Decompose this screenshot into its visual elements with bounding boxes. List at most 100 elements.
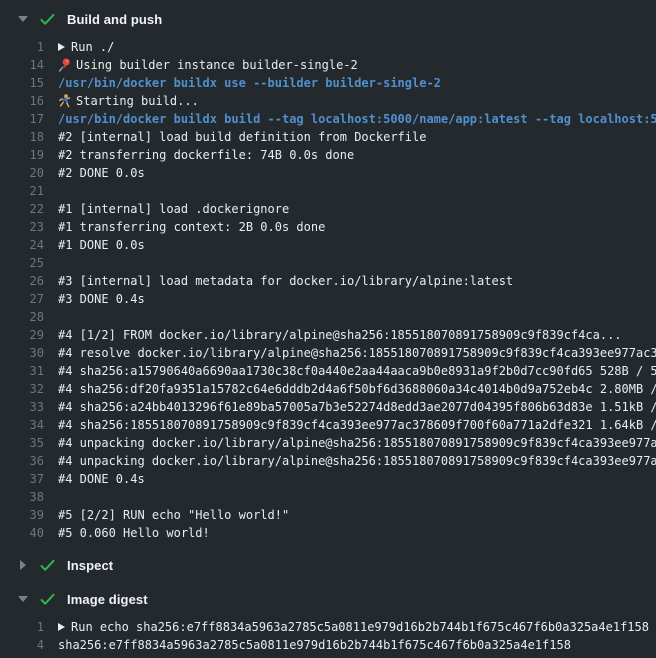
log-line-body: #5 0.060 Hello world! (58, 526, 656, 540)
line-number[interactable]: 28 (0, 310, 44, 324)
section-header-build-and-push[interactable]: Build and push (0, 8, 656, 30)
log-text: #4 sha256:df20fa9351a15782c64e6dddb2d4a6… (58, 382, 656, 396)
log-line-body: #4 sha256:a24bb4013296f61e89ba57005a7b3e… (58, 400, 656, 414)
log-section-inspect: Inspect (0, 554, 656, 576)
line-number[interactable]: 22 (0, 202, 44, 216)
log-line-body: #4 DONE 0.4s (58, 472, 656, 486)
section-header-inspect[interactable]: Inspect (0, 554, 656, 576)
log-text: #1 [internal] load .dockerignore (58, 202, 289, 216)
log-line: 32 #4 sha256:df20fa9351a15782c64e6dddb2d4… (0, 380, 656, 398)
expand-toggle-icon[interactable] (58, 43, 65, 51)
log-line: 31 #4 sha256:a15790640a6690aa1730c38cf0a4… (0, 362, 656, 380)
line-number[interactable]: 20 (0, 166, 44, 180)
log-viewer: Build and push1Run ./14Using builder ins… (0, 0, 656, 654)
log-line: 14 Using builder instance builder-single-… (0, 56, 656, 74)
line-number[interactable]: 16 (0, 94, 44, 108)
log-line: 39 #5 [2/2] RUN echo "Hello world!" (0, 506, 656, 524)
log-line: 23 #1 transferring context: 2B 0.0s done (0, 218, 656, 236)
check-icon (40, 559, 55, 572)
log-line: 29 #4 [1/2] FROM docker.io/library/alpine… (0, 326, 656, 344)
line-number[interactable]: 21 (0, 184, 44, 198)
command-line-text: /usr/bin/docker buildx use --builder bui… (58, 76, 656, 90)
line-number[interactable]: 33 (0, 400, 44, 414)
log-line: 20#2 DONE 0.0s (0, 164, 656, 182)
line-number[interactable]: 38 (0, 490, 44, 504)
log-line: 22 #1 [internal] load .dockerignore (0, 200, 656, 218)
log-line-body: #3 [internal] load metadata for docker.i… (58, 274, 656, 288)
line-number[interactable]: 18 (0, 130, 44, 144)
log-text: #2 [internal] load build definition from… (58, 130, 426, 144)
log-line: 21 (0, 182, 656, 200)
check-icon (40, 593, 55, 606)
log-line-body: Run ./ (58, 40, 656, 54)
log-text: #4 sha256:185518070891758909c9f839cf4ca3… (58, 418, 656, 432)
log-line: 18 #2 [internal] load build definition fr… (0, 128, 656, 146)
line-number[interactable]: 26 (0, 274, 44, 288)
line-number[interactable]: 32 (0, 382, 44, 396)
runner-icon (58, 94, 71, 108)
line-number[interactable]: 34 (0, 418, 44, 432)
log-line: 17/usr/bin/docker buildx build --tag loc… (0, 110, 656, 128)
line-number[interactable]: 27 (0, 292, 44, 306)
expand-toggle-icon[interactable] (58, 623, 65, 631)
line-number[interactable]: 35 (0, 436, 44, 450)
line-number[interactable]: 1 (0, 620, 44, 634)
chevron-right-icon (18, 560, 28, 570)
log-text: #3 DONE 0.4s (58, 292, 145, 306)
section-content-build-and-push: 1 Run ./ 14 Using builder instance builder-… (0, 38, 656, 542)
log-text: Starting build... (76, 94, 199, 108)
line-number[interactable]: 23 (0, 220, 44, 234)
section-content-image-digest: 1Run echo sha256:e7ff8834a5963a2785c5a08… (0, 618, 656, 654)
line-number[interactable]: 31 (0, 364, 44, 378)
line-number[interactable]: 19 (0, 148, 44, 162)
line-number[interactable]: 39 (0, 508, 44, 522)
chevron-down-icon (18, 16, 28, 22)
log-line-body: #4 unpacking docker.io/library/alpine@sh… (58, 454, 656, 468)
line-number[interactable]: 25 (0, 256, 44, 270)
log-line: 34 #4 sha256:185518070891758909c9f839cf4c… (0, 416, 656, 434)
log-line-body: #5 [2/2] RUN echo "Hello world!" (58, 508, 656, 522)
section-header-image-digest[interactable]: Image digest (0, 588, 656, 610)
log-text: #4 sha256:a24bb4013296f61e89ba57005a7b3e… (58, 400, 656, 414)
line-number[interactable]: 4 (0, 638, 44, 652)
log-text: sha256:e7ff8834a5963a2785c5a0811e979d16b… (58, 638, 571, 652)
log-line-body: Starting build... (58, 94, 656, 108)
log-line: 40 #5 0.060 Hello world! (0, 524, 656, 542)
log-text: #5 [2/2] RUN echo "Hello world!" (58, 508, 289, 522)
log-line: 4 sha256:e7ff8834a5963a2785c5a0811e979d16… (0, 636, 656, 654)
line-number[interactable]: 37 (0, 472, 44, 486)
log-line-body: #2 transferring dockerfile: 74B 0.0s don… (58, 148, 656, 162)
log-line-body: #1 DONE 0.0s (58, 238, 656, 252)
log-line-body: #2 [internal] load build definition from… (58, 130, 656, 144)
line-number[interactable]: 1 (0, 40, 44, 54)
log-text: #4 sha256:a15790640a6690aa1730c38cf0a440… (58, 364, 656, 378)
log-line: 37 #4 DONE 0.4s (0, 470, 656, 488)
line-number[interactable]: 30 (0, 346, 44, 360)
log-section-image-digest: Image digest 1Run echo sha256:e7ff8834a59… (0, 588, 656, 654)
log-text: #4 DONE 0.4s (58, 472, 145, 486)
log-text: Run ./ (71, 40, 114, 54)
log-line: 33 #4 sha256:a24bb4013296f61e89ba57005a7b… (0, 398, 656, 416)
log-text: #1 transferring context: 2B 0.0s done (58, 220, 325, 234)
line-number[interactable]: 40 (0, 526, 44, 540)
log-line: 19 #2 transferring dockerfile: 74B 0.0s d… (0, 146, 656, 164)
log-line-body: #1 [internal] load .dockerignore (58, 202, 656, 216)
line-number[interactable]: 17 (0, 112, 44, 126)
line-number[interactable]: 14 (0, 58, 44, 72)
line-number[interactable]: 29 (0, 328, 44, 342)
log-text: /usr/bin/docker buildx use --builder bui… (58, 76, 441, 90)
line-number[interactable]: 15 (0, 76, 44, 90)
log-text: #4 [1/2] FROM docker.io/library/alpine@s… (58, 328, 622, 342)
chevron-down-icon (18, 596, 28, 602)
check-icon (40, 13, 55, 26)
log-line-body: #4 [1/2] FROM docker.io/library/alpine@s… (58, 328, 656, 342)
log-text: #2 transferring dockerfile: 74B 0.0s don… (58, 148, 354, 162)
line-number[interactable]: 24 (0, 238, 44, 252)
log-line-body: #4 unpacking docker.io/library/alpine@sh… (58, 436, 656, 450)
log-line: 1 Run ./ (0, 38, 656, 56)
log-line: 28 (0, 308, 656, 326)
line-number[interactable]: 36 (0, 454, 44, 468)
log-section-build-and-push: Build and push 1 Run ./ 14 Using builder ins… (0, 8, 656, 542)
log-line: 1Run echo sha256:e7ff8834a5963a2785c5a08… (0, 618, 656, 636)
log-text: Using builder instance builder-single-2 (76, 58, 358, 72)
